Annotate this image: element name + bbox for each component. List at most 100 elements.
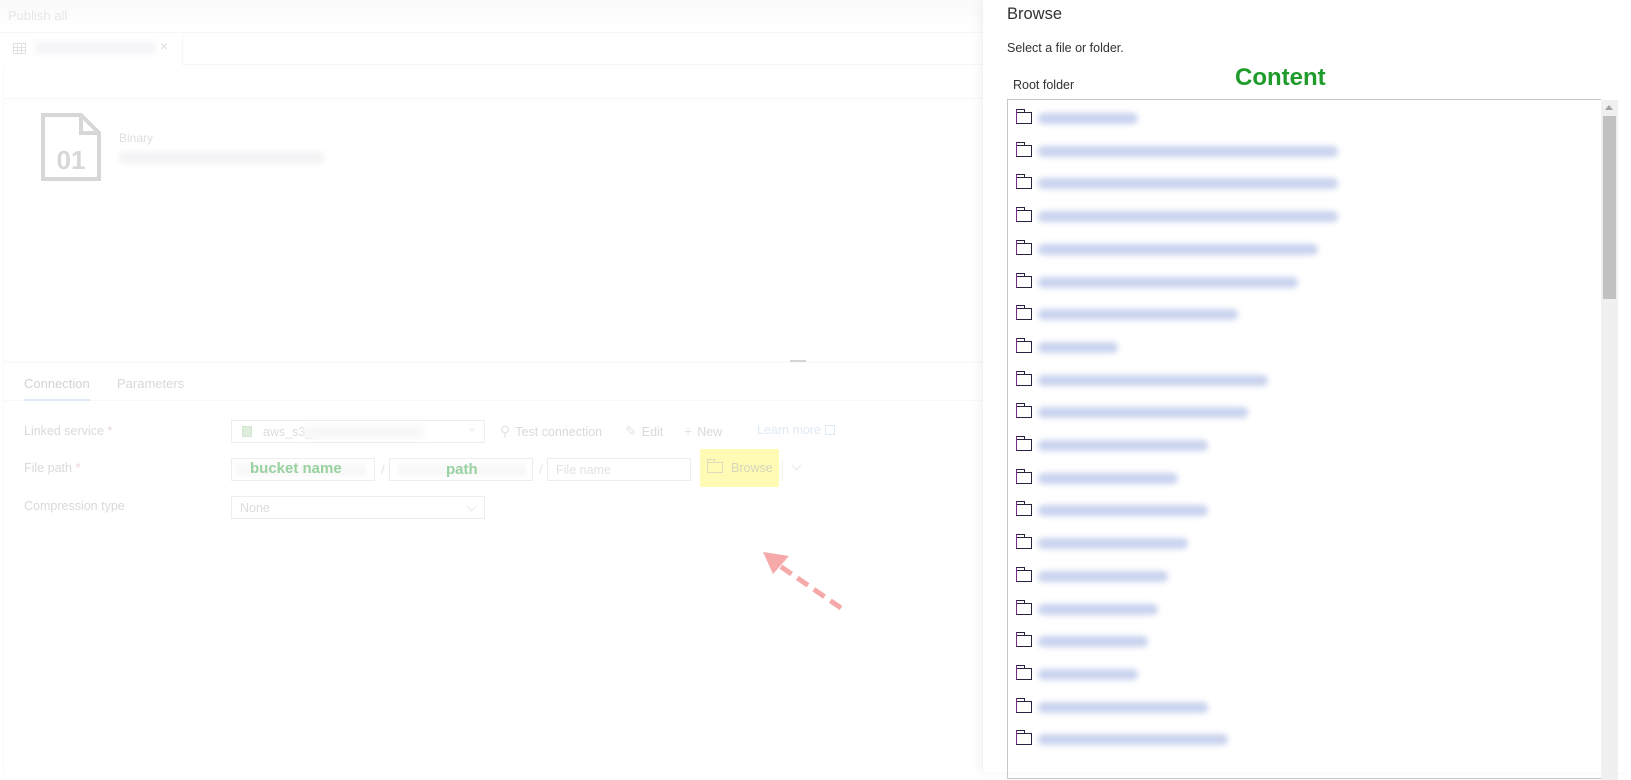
folder-name-redacted: [1038, 505, 1208, 517]
folder-name-redacted: [1038, 374, 1268, 386]
plug-icon: ⚲: [500, 423, 511, 439]
table-icon: [13, 43, 26, 54]
editor-toolbar: [4, 66, 1022, 99]
directory-input[interactable]: path: [389, 458, 533, 481]
folder-name-redacted: [1038, 309, 1238, 321]
folder-name-redacted: [1038, 276, 1298, 288]
panel-subtitle: Select a file or folder.: [1007, 41, 1124, 55]
browse-options-chevron-icon[interactable]: [791, 460, 802, 471]
folder-list-item[interactable]: [1008, 267, 1601, 300]
test-connection-button[interactable]: ⚲ Test connection: [500, 423, 602, 440]
folder-name-redacted: [1038, 636, 1148, 648]
folder-list-item[interactable]: [1008, 692, 1601, 725]
file-name-input[interactable]: File name: [547, 458, 691, 481]
plus-icon: +: [684, 423, 693, 439]
new-button[interactable]: + New: [684, 423, 722, 439]
folder-list-item[interactable]: [1008, 594, 1601, 627]
folder-name-redacted: [1038, 440, 1208, 451]
red-arrow-annotation: [763, 552, 843, 611]
file-path-label: File path *: [24, 461, 81, 475]
chevron-down-icon: [466, 501, 477, 512]
folder-list-item[interactable]: [1008, 626, 1601, 659]
folder-icon: [1016, 664, 1032, 680]
publish-all-button[interactable]: Publish all: [8, 8, 67, 23]
path-separator: /: [539, 462, 543, 477]
folder-name-redacted: [1038, 211, 1338, 223]
document-tab[interactable]: ×: [3, 33, 183, 65]
folder-name-redacted: [1038, 603, 1158, 615]
folder-icon: [1016, 370, 1032, 386]
folder-icon: [1016, 403, 1032, 419]
folder-icon: [1016, 599, 1032, 615]
folder-list-item[interactable]: [1008, 397, 1601, 430]
folder-name-redacted: [1038, 668, 1138, 680]
browse-panel: Browse Select a file or folder. Root fol…: [982, 0, 1631, 780]
linked-service-select[interactable]: aws_s3_: [231, 420, 485, 443]
folder-icon: [1016, 305, 1032, 321]
tab-parameters[interactable]: Parameters: [117, 376, 184, 391]
path-separator: /: [381, 462, 385, 477]
folder-icon: [1016, 109, 1032, 124]
folder-list-item[interactable]: [1008, 495, 1601, 528]
folder-name-redacted: [1038, 145, 1338, 157]
folder-name-redacted: [1038, 407, 1248, 419]
dataset-type: Binary: [119, 131, 154, 145]
scrollbar[interactable]: [1601, 100, 1618, 780]
folder-list-item[interactable]: [1008, 234, 1601, 267]
pencil-icon: ✎: [625, 423, 637, 439]
folder-name-redacted: [1038, 341, 1118, 353]
close-icon[interactable]: ×: [160, 38, 168, 54]
folder-list-item[interactable]: [1008, 168, 1601, 201]
dataset-header: 01 Binary: [4, 100, 1022, 362]
folder-list-item[interactable]: [1008, 528, 1601, 561]
splitter-handle[interactable]: [790, 360, 806, 362]
external-link-icon: [824, 425, 835, 435]
folder-list-item[interactable]: [1008, 463, 1601, 496]
folder-list-item[interactable]: [1008, 201, 1601, 234]
folder-list-item[interactable]: [1008, 136, 1601, 169]
folder-icon: [1016, 566, 1032, 582]
panel-title: Browse: [1007, 5, 1063, 23]
folder-name-redacted: [1038, 538, 1188, 550]
folder-icon: [1016, 730, 1032, 746]
folder-icon: [1016, 207, 1032, 223]
folder-name-redacted: [1038, 472, 1178, 484]
browse-button[interactable]: Browse: [707, 459, 773, 475]
compression-type-select[interactable]: None: [231, 496, 485, 519]
path-annotation: path: [446, 461, 478, 478]
folder-list-item[interactable]: [1008, 724, 1601, 757]
scroll-thumb[interactable]: [1603, 116, 1616, 299]
folder-list-item[interactable]: [1008, 561, 1601, 594]
folder-icon: [1016, 632, 1032, 648]
top-toolbar: Publish all: [0, 0, 1022, 33]
folder-list-item[interactable]: [1008, 659, 1601, 692]
workarea: 01 Binary Connection Parameters Linked s…: [3, 66, 1022, 772]
linked-service-label: Linked service *: [24, 424, 113, 438]
folder-list-item[interactable]: [1008, 332, 1601, 365]
divider: [782, 459, 783, 481]
linked-service-name-redacted: [304, 426, 424, 438]
tab-connection[interactable]: Connection: [24, 376, 90, 401]
properties-tabs: Connection Parameters: [4, 363, 1022, 401]
folder-list[interactable]: [1007, 99, 1601, 779]
folder-icon: [1016, 239, 1032, 255]
folder-name-redacted: [1038, 570, 1168, 582]
compression-type-label: Compression type: [24, 499, 125, 513]
edit-button[interactable]: ✎ Edit: [625, 423, 663, 440]
binary-file-icon: 01: [41, 113, 101, 181]
bucket-name-annotation: bucket name: [250, 460, 342, 477]
folder-icon: [1016, 141, 1032, 157]
folder-list-item[interactable]: [1008, 299, 1601, 332]
bucket-input[interactable]: bucket name: [231, 458, 375, 481]
dataset-editor: Publish all × 01 Binary Connection Param…: [0, 0, 1022, 772]
folder-list-item[interactable]: [1008, 103, 1601, 136]
folder-icon: [1016, 697, 1032, 713]
folder-list-item[interactable]: [1008, 365, 1601, 398]
learn-more-link[interactable]: Learn more: [757, 423, 835, 437]
folder-list-item[interactable]: [1008, 430, 1601, 463]
folder-name-redacted: [1038, 734, 1228, 746]
folder-icon: [1016, 337, 1032, 353]
folder-icon: [1016, 436, 1032, 451]
scroll-up-arrow-icon[interactable]: [1605, 105, 1613, 110]
folder-name-redacted: [1038, 113, 1138, 124]
